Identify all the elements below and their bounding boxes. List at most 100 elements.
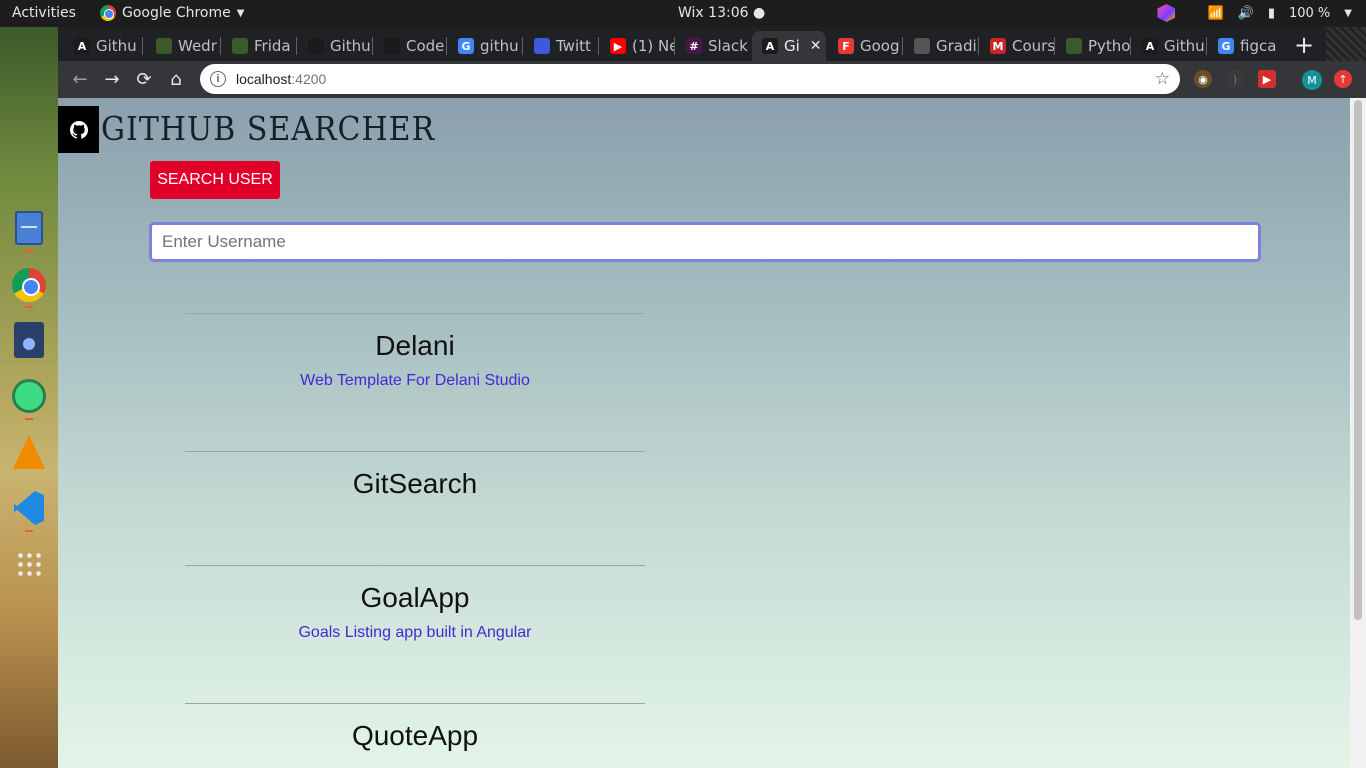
browser-tab[interactable]: F Goog — [828, 31, 902, 61]
repo-name: QuoteApp — [351, 720, 479, 751]
browser-tab[interactable]: # Slack — [676, 31, 750, 61]
running-indicator — [25, 418, 33, 420]
show-applications[interactable] — [10, 545, 48, 583]
recorder-extension-icon[interactable]: ▶ — [1258, 70, 1276, 88]
tab-separator — [1130, 37, 1131, 55]
extension-cube-icon[interactable] — [1157, 4, 1176, 22]
tab-favicon-icon — [232, 38, 248, 54]
tab-separator — [142, 37, 143, 55]
browser-tab[interactable]: Pytho — [1056, 31, 1130, 61]
tab-label: Twitt — [556, 37, 591, 55]
tab-separator — [1206, 37, 1207, 55]
tab-favicon-icon — [308, 38, 324, 54]
bookmark-star-icon[interactable]: ☆ — [1155, 69, 1170, 89]
vscode-icon — [14, 491, 44, 525]
owl-extension-icon[interactable]: ◉ — [1194, 70, 1212, 88]
repo-card: GitSearch — [185, 451, 645, 500]
cast-extension-icon[interactable]: ) — [1226, 70, 1244, 88]
repo-card: QuoteApp — [185, 703, 645, 752]
battery-icon: ▮ — [1267, 5, 1275, 21]
tab-label: Slack — [708, 37, 748, 55]
back-arrow-icon[interactable]: ← — [68, 67, 92, 91]
tab-close-icon[interactable]: ✕ — [810, 38, 822, 54]
activities-button[interactable]: Activities — [12, 5, 76, 21]
browser-toolbar: ← → ⟳ ⌂ i localhost:4200 ☆ ◉ ) ▶ M ↑ — [58, 61, 1366, 98]
tab-favicon-icon — [534, 38, 550, 54]
caret-down-icon: ▼ — [1344, 7, 1352, 19]
browser-tab[interactable]: Githu — [298, 31, 372, 61]
chrome-icon — [100, 5, 116, 21]
tab-separator — [446, 37, 447, 55]
tab-separator — [978, 37, 979, 55]
info-icon[interactable]: i — [210, 71, 226, 87]
repo-card: Delani Web Template For Delani Studio — [185, 313, 645, 390]
tab-favicon-icon: G — [458, 38, 474, 54]
reload-icon[interactable]: ⟳ — [132, 67, 156, 91]
browser-tab[interactable]: Ggithu — [448, 31, 522, 61]
clock[interactable]: Wix 13:06 ● — [678, 5, 765, 21]
tab-favicon-icon — [384, 38, 400, 54]
tab-label: githu — [480, 37, 519, 55]
repo-description: Web Template For Delani Studio — [300, 372, 530, 389]
tab-favicon-icon: M — [990, 38, 1006, 54]
tab-label: Pytho — [1088, 37, 1130, 55]
site-header: GITHUB SEARCHER — [58, 106, 435, 153]
github-icon — [69, 120, 88, 139]
url-host: localhost — [236, 71, 292, 87]
running-indicator — [25, 530, 33, 532]
tab-separator — [1054, 37, 1055, 55]
chrome-icon — [12, 268, 46, 302]
system-tray[interactable]: 📶 🔊 ▮ 100 % ▼ — [1157, 4, 1352, 22]
tab-favicon-icon: # — [686, 38, 702, 54]
username-input[interactable] — [149, 222, 1261, 262]
volume-icon: 🔊 — [1237, 5, 1254, 21]
running-indicator — [25, 306, 33, 308]
vertical-scrollbar[interactable] — [1350, 98, 1366, 768]
dock-chrome[interactable] — [10, 266, 48, 304]
github-logo[interactable] — [58, 106, 99, 153]
tab-separator — [902, 37, 903, 55]
browser-tab[interactable]: A Githu — [1132, 31, 1206, 61]
browser-tab[interactable]: Gfigca — [1208, 31, 1282, 61]
caret-down-icon: ▼ — [236, 7, 245, 19]
profile-avatar[interactable]: M — [1302, 70, 1322, 90]
address-bar[interactable]: i localhost:4200 ☆ — [200, 64, 1180, 94]
home-icon[interactable]: ⌂ — [164, 67, 188, 91]
dock-vlc[interactable] — [10, 433, 48, 471]
wifi-icon: 📶 — [1207, 5, 1224, 21]
browser-tab[interactable]: A Gi ✕ — [752, 31, 826, 61]
search-user-button[interactable]: SEARCH USER — [150, 161, 280, 199]
browser-tab[interactable]: ▶ (1) Ne — [600, 31, 674, 61]
tab-favicon-icon — [1066, 38, 1082, 54]
tab-label: (1) Ne — [632, 37, 674, 55]
browser-tab[interactable]: M Cours — [980, 31, 1054, 61]
dock-vscode[interactable] — [10, 489, 48, 527]
tab-favicon-icon: ▶ — [610, 38, 626, 54]
dock-files[interactable] — [10, 209, 48, 247]
dock-rhythmbox[interactable] — [10, 321, 48, 359]
tab-favicon-icon — [914, 38, 930, 54]
scrollbar-thumb[interactable] — [1354, 100, 1362, 620]
update-arrow-icon[interactable]: ↑ — [1334, 70, 1352, 88]
tab-label: Cours — [1012, 37, 1054, 55]
tab-separator — [296, 37, 297, 55]
forward-arrow-icon[interactable]: → — [100, 67, 124, 91]
browser-tab[interactable]: A Githu — [64, 31, 142, 61]
tab-separator — [372, 37, 373, 55]
tab-label: Githu — [1164, 37, 1205, 55]
app-menu[interactable]: Google Chrome ▼ — [100, 5, 244, 21]
new-tab-button[interactable]: + — [1290, 31, 1318, 59]
browser-tab[interactable]: Wedr — [146, 31, 220, 61]
dock-android-studio[interactable] — [10, 377, 48, 415]
repo-name: Delani — [375, 330, 455, 361]
repo-card: GoalApp Goals Listing app built in Angula… — [185, 565, 645, 642]
tab-label: Gi — [784, 37, 800, 55]
tab-label: Githu — [96, 37, 137, 55]
browser-tab[interactable]: Frida — [222, 31, 296, 61]
browser-tab[interactable]: Code — [374, 31, 446, 61]
tab-favicon-icon — [156, 38, 172, 54]
repo-description: Goals Listing app built in Angular — [298, 624, 532, 641]
browser-tab[interactable]: Gradi — [904, 31, 978, 61]
browser-tab[interactable]: Twitt — [524, 31, 598, 61]
tab-label: Gradi — [936, 37, 977, 55]
